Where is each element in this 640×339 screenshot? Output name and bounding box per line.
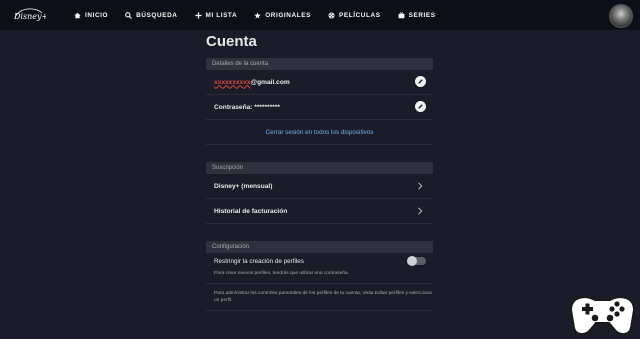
restrict-profiles-label: Restringir la creación de perfiles	[214, 258, 304, 265]
svg-text:Disney+: Disney+	[13, 12, 46, 21]
billing-history-row[interactable]: Historial de facturación	[206, 199, 433, 224]
nav-item-mi-lista[interactable]: MI LISTA	[194, 11, 238, 19]
subscription-section: Suscripción Disney+ (mensual) Historial …	[206, 162, 433, 224]
restrict-profiles-hint: Para crear nuevos perfiles, tendrás que …	[214, 271, 349, 276]
chevron-right-icon	[418, 182, 423, 190]
restrict-profiles-toggle[interactable]	[407, 256, 426, 266]
top-navigation-bar: Disney+ INICIO BÚSQUEDA MI LISTA ORIGINA…	[0, 0, 640, 30]
home-icon	[74, 12, 81, 18]
section-header: Suscripción	[206, 162, 433, 174]
restrict-profiles-row: Restringir la creación de perfiles	[206, 253, 433, 270]
nav-item-label: INICIO	[85, 11, 109, 19]
password-row: Contraseña: **********	[206, 95, 433, 120]
email-row: xxxxxxxxxx @gmail.com	[206, 70, 433, 95]
search-icon	[125, 11, 133, 19]
tv-icon	[398, 11, 405, 18]
edit-password-button[interactable]	[415, 101, 426, 112]
email-redacted: xxxxxxxxxx	[214, 78, 251, 86]
account-details-section: Detalles de la cuenta xxxxxxxxxx @gmail.c…	[206, 58, 433, 145]
gamepad-watermark-logo	[569, 296, 636, 336]
plus-icon	[194, 11, 202, 19]
plan-label: Disney+ (mensual)	[214, 182, 273, 190]
disney-plus-logo[interactable]: Disney+	[12, 4, 46, 24]
nav-item-label: PELÍCULAS	[338, 11, 381, 19]
section-header: Configuración	[206, 241, 433, 253]
film-reel-icon	[328, 11, 335, 19]
chevron-right-icon	[418, 207, 423, 215]
logout-all-devices-link[interactable]: Cerrar sesión en todos los dispositivos	[206, 120, 433, 145]
nav-item-peliculas[interactable]: PELÍCULAS	[328, 12, 381, 19]
nav-item-series[interactable]: SERIES	[398, 12, 436, 19]
nav-menu: INICIO BÚSQUEDA MI LISTA ORIGINALES PELÍ…	[74, 0, 453, 30]
profile-avatar[interactable]	[609, 4, 633, 28]
billing-history-label: Historial de facturación	[214, 207, 288, 215]
settings-section: Configuración Restringir la creación de …	[206, 241, 433, 311]
pencil-icon	[418, 104, 423, 109]
nav-item-label: BÚSQUEDA	[136, 11, 178, 19]
page-title: Cuenta	[206, 33, 257, 50]
parental-controls-hint: Para administrar los controles parentale…	[206, 283, 433, 311]
toggle-knob	[407, 256, 417, 266]
nav-item-originales[interactable]: ORIGINALES	[254, 12, 311, 19]
edit-email-button[interactable]	[415, 76, 426, 87]
section-header: Detalles de la cuenta	[206, 58, 433, 70]
password-label: Contraseña: **********	[214, 103, 280, 111]
nav-item-label: MI LISTA	[205, 11, 238, 19]
pencil-icon	[418, 79, 423, 84]
nav-item-inicio[interactable]: INICIO	[74, 12, 108, 19]
nav-item-label: SERIES	[408, 11, 436, 19]
email-domain: @gmail.com	[250, 78, 290, 86]
nav-item-busqueda[interactable]: BÚSQUEDA	[125, 12, 177, 19]
nav-item-label: ORIGINALES	[265, 11, 311, 19]
plan-row[interactable]: Disney+ (mensual)	[206, 174, 433, 199]
star-icon	[254, 11, 261, 19]
